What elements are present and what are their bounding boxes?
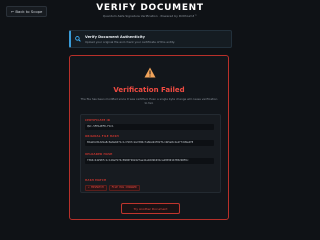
uploaded-hash-value: f3b0c44298fc1c149afbf4c8996fb92427ae41e4… bbox=[85, 158, 214, 164]
certificate-id-value: QSC-5FE1AEF8-F1C1 bbox=[85, 124, 214, 130]
page-title: VERIFY DOCUMENT bbox=[96, 3, 204, 13]
banner-description: Upload your original file and check your… bbox=[85, 39, 175, 44]
info-banner: Verify Document Authenticity Upload your… bbox=[69, 30, 232, 48]
page-subtitle: Quantum-Safe Signature Verification · Po… bbox=[102, 14, 198, 18]
original-hash-value: 65ab6c81d2ba8c8a0eb6f1c1c7b97c2e7d06c7a6… bbox=[85, 140, 214, 146]
details-panel: CERTIFICATE ID QSC-5FE1AEF8-F1C1 ORIGINA… bbox=[80, 114, 221, 193]
mismatch-badge: ✕ MISMATCH bbox=[85, 185, 107, 191]
file-changed-badge: FILE HAS CHANGED bbox=[108, 185, 140, 191]
result-title: Verification Failed bbox=[113, 86, 185, 94]
banner-title: Verify Document Authenticity bbox=[85, 34, 146, 39]
original-hash-label: ORIGINAL FILE HASH bbox=[85, 135, 119, 138]
uploaded-hash-label: UPLOADED HASH bbox=[85, 153, 113, 156]
hash-match-label: HASH MATCH bbox=[85, 179, 107, 182]
try-another-document-button[interactable]: Try Another Document bbox=[121, 203, 180, 214]
certificate-id-label: CERTIFICATE ID bbox=[85, 119, 111, 122]
result-description: The file has been modified since it was … bbox=[80, 97, 218, 105]
warning-icon bbox=[144, 67, 156, 78]
retry-label: Try Another Document bbox=[133, 206, 168, 211]
verification-result-card: Verification Failed The file has been mo… bbox=[69, 55, 229, 220]
hash-match-status: ✕ MISMATCH FILE HAS CHANGED bbox=[85, 185, 140, 191]
search-icon bbox=[75, 36, 81, 42]
